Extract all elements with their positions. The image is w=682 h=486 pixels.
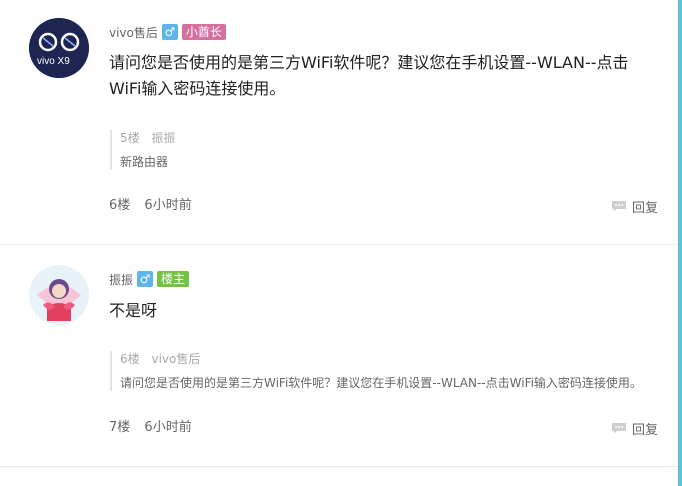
post-time: 6小时前 — [144, 420, 192, 435]
reply-button[interactable]: 回复 — [611, 198, 659, 216]
quoted-reply: 6楼 vivo售后 请问您是否使用的是第三方WiFi软件呢？建议您在手机设置--… — [110, 351, 660, 391]
scroll-accent-bar — [678, 0, 682, 486]
author-name[interactable]: 振振 — [109, 271, 133, 288]
reply-label: 回复 — [632, 200, 659, 216]
comment-content: 请问您是否使用的是第三方WiFi软件呢？建议您在手机设置--WLAN--点击Wi… — [109, 53, 629, 98]
comment-footer: 6楼 6小时前 — [109, 198, 202, 214]
quote-meta: 6楼 vivo售后 — [120, 351, 660, 367]
rank-badge: 小酋长 — [181, 24, 226, 40]
quote-floor: 5楼 — [120, 131, 140, 145]
comment-icon — [612, 423, 626, 434]
cartoon-avatar-icon — [29, 265, 89, 325]
quote-author[interactable]: 振振 — [151, 131, 175, 145]
avatar-text: vivo X9 — [37, 56, 70, 67]
divider — [0, 244, 678, 245]
reply-label: 回复 — [632, 422, 659, 438]
author-line: vivo售后 ♂ 小酋长 — [109, 23, 226, 41]
reply-button[interactable]: 回复 — [611, 420, 659, 438]
comment-content: 不是呀 — [109, 301, 158, 320]
post-time: 6小时前 — [144, 198, 192, 213]
floor-number: 7楼 — [109, 420, 131, 435]
op-badge: 楼主 — [157, 271, 190, 287]
male-gender-icon: ♂ — [161, 24, 178, 40]
avatar[interactable]: vivo X9 — [29, 18, 89, 78]
comment-footer: 7楼 6小时前 — [109, 420, 202, 436]
male-gender-icon: ♂ — [137, 271, 154, 287]
comment-icon — [612, 201, 626, 212]
quote-text: 请问您是否使用的是第三方WiFi软件呢？建议您在手机设置--WLAN--点击Wi… — [120, 376, 642, 390]
floor-number: 6楼 — [109, 198, 131, 213]
divider — [0, 466, 678, 467]
quoted-reply: 5楼 振振 新路由器 — [110, 130, 660, 170]
quote-author[interactable]: vivo售后 — [151, 352, 200, 366]
vivo-logo-icon — [29, 18, 89, 78]
author-name[interactable]: vivo售后 — [109, 24, 158, 41]
quote-text: 新路由器 — [120, 155, 169, 169]
quote-meta: 5楼 振振 — [120, 130, 660, 146]
author-line: 振振 ♂ 楼主 — [109, 270, 190, 288]
avatar[interactable] — [29, 265, 89, 325]
quote-floor: 6楼 — [120, 352, 140, 366]
